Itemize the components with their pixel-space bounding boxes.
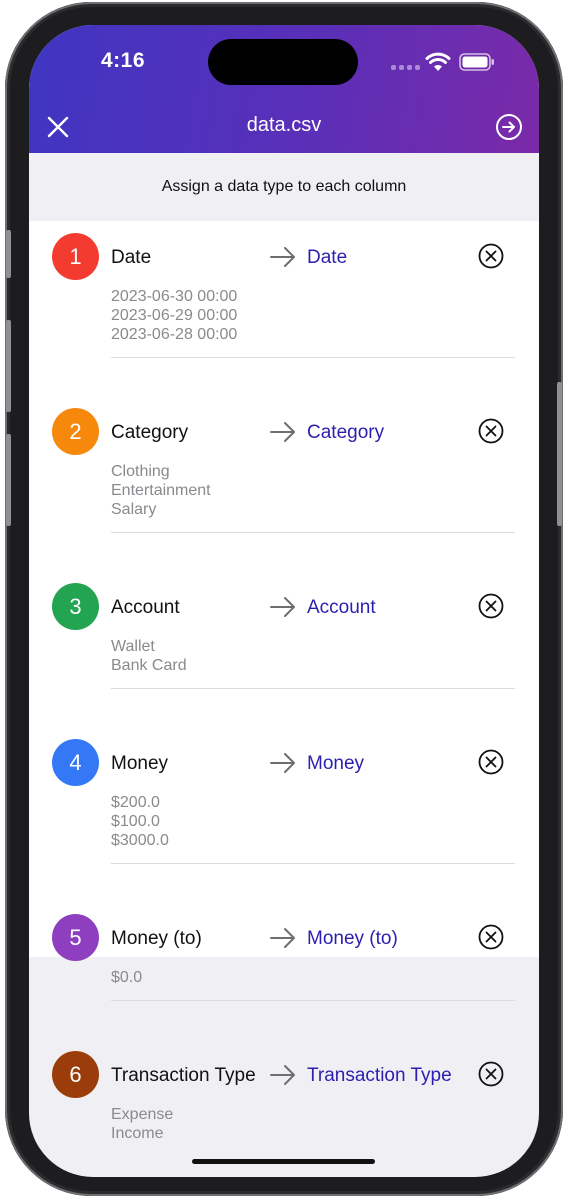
column-name: Category (111, 422, 189, 443)
sample-value: Entertainment (111, 482, 211, 499)
sample-value: $200.0 (111, 794, 160, 811)
sample-value: Income (111, 1125, 164, 1142)
column-index-badge: 2 (52, 408, 99, 455)
arrow-right-icon (270, 597, 295, 617)
column-name: Money (to) (111, 928, 202, 949)
header: 4:16 data.csv (29, 25, 539, 153)
cellular-signal-icon (391, 65, 420, 70)
mute-switch (6, 230, 11, 278)
sample-values: Wallet Bank Card (111, 637, 187, 675)
mapped-data-type[interactable]: Money (307, 753, 364, 775)
row-divider (111, 532, 515, 533)
status-time: 4:16 (101, 49, 146, 72)
page-title: data.csv (246, 114, 322, 136)
sample-values: Expense Income (111, 1105, 173, 1143)
sample-value: Salary (111, 501, 157, 518)
arrow-right-icon (270, 928, 295, 948)
remove-circle-icon[interactable] (478, 243, 504, 269)
column-index-badge: 6 (52, 1051, 99, 1098)
power-button (557, 382, 562, 526)
column-row[interactable]: 2 Category Category Clothing Entertainmen… (29, 396, 539, 533)
mapped-data-type[interactable]: Account (307, 597, 376, 619)
column-index-badge: 5 (52, 914, 99, 961)
column-row[interactable]: 4 Money Money $200.0 $100.0 $3000.0 (29, 727, 539, 864)
row-divider (111, 1000, 515, 1001)
sample-value: Expense (111, 1106, 174, 1123)
column-row[interactable]: 6 Transaction Type Transaction Type Expe… (29, 1039, 539, 1157)
column-index-badge: 1 (52, 233, 99, 280)
sample-values: Clothing Entertainment Salary (111, 462, 211, 519)
sample-values: $0.0 (111, 968, 142, 987)
screen: 4:16 data.csv Assign a data type to each… (29, 25, 539, 1177)
column-name: Date (111, 247, 152, 268)
column-name: Transaction Type (111, 1065, 256, 1086)
sample-value: $0.0 (111, 969, 143, 986)
sample-value: 2023-06-29 00:00 (111, 307, 238, 324)
arrow-right-icon (270, 247, 295, 267)
sample-value: $100.0 (111, 813, 160, 830)
column-row[interactable]: 5 Money (to) Money (to) $0.0 (29, 902, 539, 1001)
remove-circle-icon[interactable] (478, 749, 504, 775)
sample-values: $200.0 $100.0 $3000.0 (111, 793, 169, 850)
sample-value: $3000.0 (111, 832, 169, 849)
remove-circle-icon[interactable] (478, 593, 504, 619)
wifi-icon (425, 52, 451, 71)
arrow-right-icon (270, 422, 295, 442)
column-name: Account (111, 597, 180, 618)
mapped-data-type[interactable]: Money (to) (307, 928, 398, 950)
column-mapping-list: 1 Date Date 2023-06-30 00:00 2023-06-29 0… (29, 221, 539, 1142)
instruction-text: Assign a data type to each column (29, 153, 539, 221)
battery-icon (459, 53, 494, 71)
arrow-right-icon (270, 1065, 295, 1085)
sample-values: 2023-06-30 00:00 2023-06-29 00:00 2023-06-… (111, 287, 237, 344)
arrow-right-circle-icon[interactable] (495, 113, 523, 141)
row-divider (111, 863, 515, 864)
row-divider (111, 688, 515, 689)
column-name: Money (111, 753, 169, 774)
sample-value: Bank Card (111, 657, 187, 674)
column-index-badge: 3 (52, 583, 99, 630)
mapped-data-type[interactable]: Date (307, 247, 347, 269)
column-row[interactable]: 1 Date Date 2023-06-30 00:00 2023-06-29 0… (29, 221, 539, 358)
volume-up-button (6, 320, 11, 412)
sample-value: 2023-06-28 00:00 (111, 326, 238, 343)
sample-value: Clothing (111, 463, 170, 480)
arrow-right-icon (270, 753, 295, 773)
column-index-badge: 4 (52, 739, 99, 786)
sample-value: 2023-06-30 00:00 (111, 288, 238, 305)
home-indicator[interactable] (192, 1159, 375, 1164)
mapped-data-type[interactable]: Transaction Type (307, 1065, 452, 1087)
dynamic-island (208, 39, 358, 85)
mapped-data-type[interactable]: Category (307, 422, 384, 444)
remove-circle-icon[interactable] (478, 418, 504, 444)
volume-down-button (6, 434, 11, 526)
sample-value: Wallet (111, 638, 155, 655)
row-divider (111, 357, 515, 358)
remove-circle-icon[interactable] (478, 924, 504, 950)
column-row[interactable]: 3 Account Account Wallet Bank Card (29, 571, 539, 689)
remove-circle-icon[interactable] (478, 1061, 504, 1087)
